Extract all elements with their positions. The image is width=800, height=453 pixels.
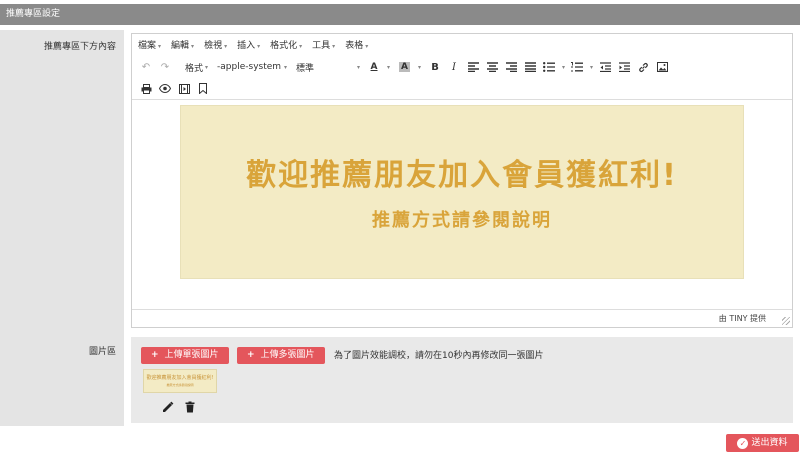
plus-icon: + [151,350,159,360]
media-icon[interactable] [176,80,192,98]
italic-button[interactable]: I [446,58,462,76]
edit-pencil-icon[interactable] [162,401,174,413]
check-circle-icon: ✓ [737,438,749,449]
redo-icon[interactable]: ↷ [157,58,173,76]
delete-trash-icon[interactable] [184,401,196,413]
format-dropdown[interactable]: 格式 ▾ [182,58,211,76]
align-left-icon[interactable] [465,58,481,76]
image-thumbnail[interactable]: 歡迎推薦朋友加入會員獲紅利! 推薦方式請參閱說明 [143,369,217,393]
submit-button[interactable]: ✓ 送出資料 [726,434,799,452]
menu-edit[interactable]: 編輯 ▾ [171,38,194,51]
menu-insert[interactable]: 插入 ▾ [237,38,260,51]
font-color-button[interactable]: A [366,58,382,76]
editor-statusbar: 由 TINY 提供 [132,309,792,327]
indent-icon[interactable] [616,58,632,76]
promo-banner-image: 歡迎推薦朋友加入會員獲紅利! 推薦方式請參閱說明 [180,105,744,279]
page-title: 推薦專區設定 [0,4,800,25]
align-right-icon[interactable] [503,58,519,76]
rich-text-editor[interactable]: 檔案 ▾ 編輯 ▾ 檢視 ▾ 插入 ▾ 格式化 ▾ 工具 ▾ 表格 ▾ ↶ ↷ 格式 ▾ -ap… [131,33,793,328]
editor-toolbar: ↶ ↷ 格式 ▾ -apple-system ▾ 標準 ▾ A ▾ A ▾ B I ▾ ▾ [132,56,792,78]
resize-handle[interactable] [782,317,790,325]
menu-tools[interactable]: 工具 ▾ [312,38,335,51]
numbered-list-icon[interactable] [569,58,585,76]
undo-icon[interactable]: ↶ [138,58,154,76]
preview-eye-icon[interactable] [157,80,173,98]
powered-by-tiny[interactable]: 由 TINY 提供 [719,314,766,323]
menu-file[interactable]: 檔案 ▾ [138,38,161,51]
font-size-dropdown[interactable]: 標準 ▾ [293,58,363,76]
font-family-dropdown[interactable]: -apple-system ▾ [214,58,290,76]
image-panel: + 上傳單張圖片 + 上傳多張圖片 為了圖片效能調校，請勿在10秒內再修改同一張圖片… [131,337,793,423]
link-icon[interactable] [635,58,651,76]
bullet-list-icon[interactable] [541,58,557,76]
print-icon[interactable] [138,80,154,98]
editor-menubar: 檔案 ▾ 編輯 ▾ 檢視 ▾ 插入 ▾ 格式化 ▾ 工具 ▾ 表格 ▾ [132,34,792,54]
upload-single-image-button[interactable]: + 上傳單張圖片 [141,347,229,364]
menu-view[interactable]: 檢視 ▾ [204,38,227,51]
plus-icon: + [247,350,255,360]
image-field-label: 圖片區 [0,334,124,426]
upload-multiple-images-button[interactable]: + 上傳多張圖片 [237,347,325,364]
image-row: 圖片區 + 上傳單張圖片 + 上傳多張圖片 為了圖片效能調校，請勿在10秒內再修改同… [0,334,800,426]
editor-row: 推薦專區下方內容 檔案 ▾ 編輯 ▾ 檢視 ▾ 插入 ▾ 格式化 ▾ 工具 ▾ 表格 ▾ ↶ … [0,30,800,334]
page-header: 推薦專區設定 [0,0,800,30]
banner-subline: 推薦方式請參閱說明 [372,210,552,231]
editor-toolbar-row-2 [132,78,792,100]
menu-format[interactable]: 格式化 ▾ [270,38,302,51]
menu-table[interactable]: 表格 ▾ [345,38,368,51]
align-center-icon[interactable] [484,58,500,76]
image-icon[interactable] [654,58,670,76]
bookmark-icon[interactable] [195,80,211,98]
bold-button[interactable]: B [427,58,443,76]
upload-note: 為了圖片效能調校，請勿在10秒內再修改同一張圖片 [334,351,544,361]
banner-headline: 歡迎推薦朋友加入會員獲紅利! [246,158,678,193]
editor-content-area[interactable]: 歡迎推薦朋友加入會員獲紅利! 推薦方式請參閱說明 [132,101,792,309]
align-justify-icon[interactable] [522,58,538,76]
editor-field-label: 推薦專區下方內容 [0,30,124,334]
outdent-icon[interactable] [597,58,613,76]
background-color-button[interactable]: A [396,58,413,76]
